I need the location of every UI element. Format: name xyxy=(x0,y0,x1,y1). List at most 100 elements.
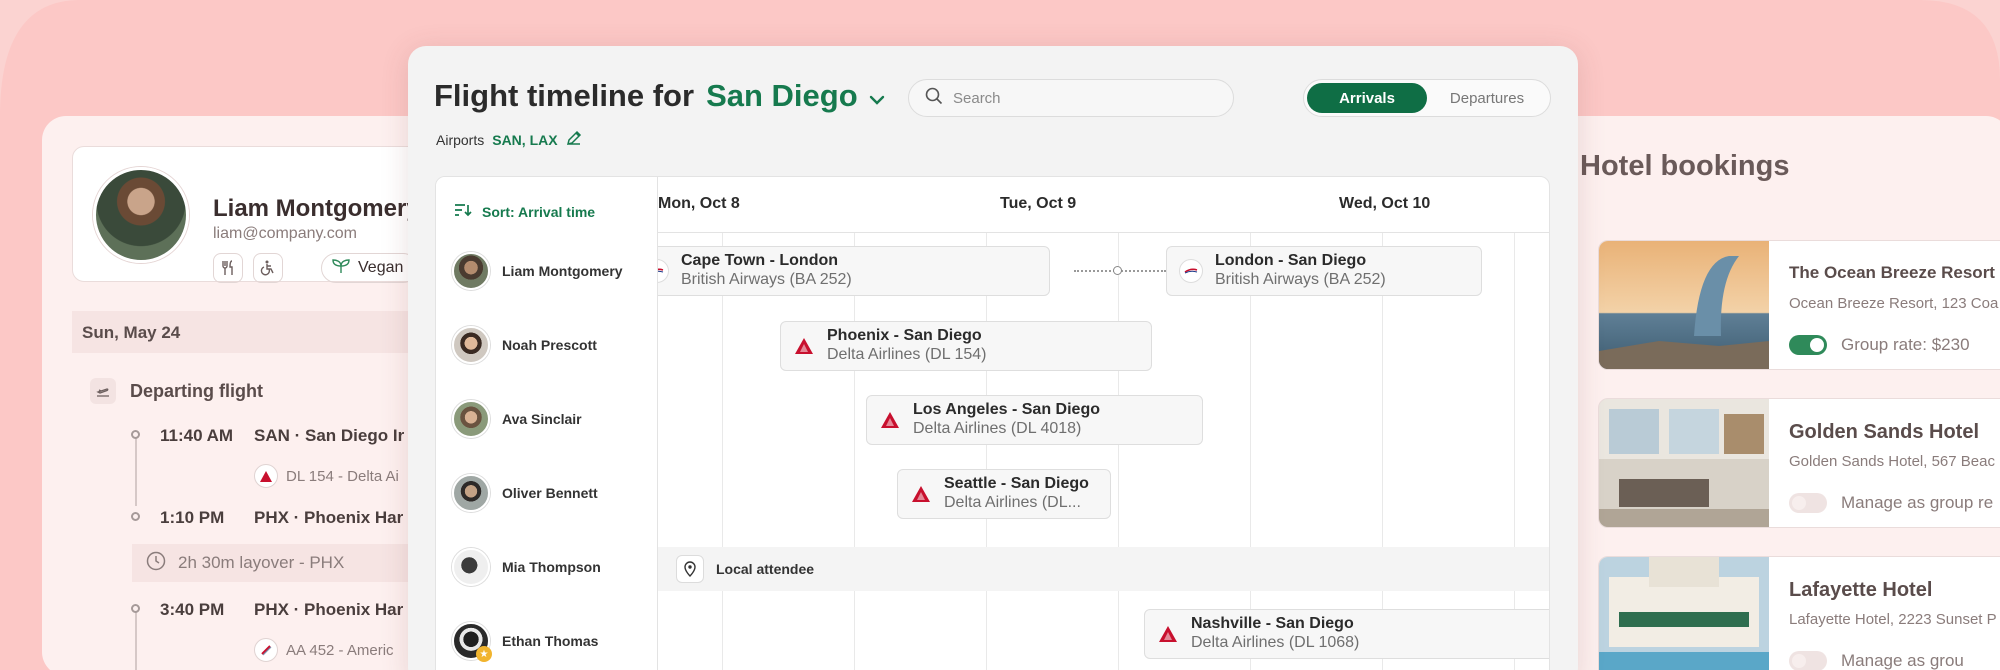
delta-logo-icon xyxy=(879,409,901,431)
itinerary-date: Sun, May 24 xyxy=(72,311,462,353)
diet-chip: Vegan xyxy=(321,253,419,283)
flight-airline: Delta Airlines (DL 4018) xyxy=(913,420,1082,437)
plane-departure-icon xyxy=(90,378,116,404)
group-manage-toggle[interactable]: Manage as grou xyxy=(1789,651,1964,670)
attendee-list: Sort: Arrival time Liam Montgomery Noah … xyxy=(436,177,658,670)
hotel-card[interactable]: Golden Sands Hotel Golden Sands Hotel, 5… xyxy=(1598,398,2000,528)
grid-line xyxy=(1514,233,1515,670)
attendee-row[interactable]: Liam Montgomery xyxy=(452,252,623,290)
stop-time: 3:40 PM xyxy=(160,600,225,619)
grid-line xyxy=(1382,233,1383,670)
profile-email: liam@company.com xyxy=(213,225,357,242)
flight-route: Nashville - San Diego xyxy=(1191,615,1354,632)
toggle-switch[interactable] xyxy=(1789,651,1827,670)
grid-line xyxy=(722,233,723,670)
utensils-icon xyxy=(213,253,243,283)
flight-route: Seattle - San Diego xyxy=(944,475,1089,492)
airport-codes: SAN, LAX xyxy=(492,131,558,148)
flight-bar[interactable]: London - San Diego British Airways (BA 25… xyxy=(1166,246,1482,296)
profile-card: Liam Montgomery liam@company.com Vegan xyxy=(72,146,462,283)
flight-route: Cape Town - London xyxy=(681,252,839,269)
avatar xyxy=(452,548,490,586)
page-title: Flight timeline for San Diego xyxy=(434,78,886,114)
city-dropdown[interactable]: San Diego xyxy=(706,78,886,114)
day-label: Tue, Oct 9 xyxy=(1000,195,1077,212)
flight-bar[interactable]: Seattle - San Diego Delta Airlines (DL... xyxy=(897,469,1111,519)
flight-airline: Delta Airlines (DL... xyxy=(944,494,1081,511)
flight-airline: Delta Airlines (DL 154) xyxy=(827,346,987,363)
attendee-detail-panel: Liam Montgomery liam@company.com Vegan S… xyxy=(42,116,462,670)
search-input-wrapper[interactable] xyxy=(908,79,1234,117)
hotel-name: The Ocean Breeze Resort xyxy=(1789,263,1995,282)
attendee-row[interactable]: Oliver Bennett xyxy=(452,474,598,512)
arrivals-departures-toggle: Arrivals Departures xyxy=(1303,79,1551,117)
search-icon xyxy=(925,87,943,110)
hotel-photo xyxy=(1599,241,1769,369)
attendee-row[interactable]: Mia Thompson xyxy=(452,548,601,586)
flight-route: London - San Diego xyxy=(1215,252,1367,269)
diet-label: Vegan xyxy=(358,259,404,276)
pencil-icon[interactable] xyxy=(566,130,582,149)
attendee-row[interactable]: ★ Ethan Thomas xyxy=(452,622,598,662)
grid-line xyxy=(1118,233,1119,670)
flight-bar[interactable]: Phoenix - San Diego Delta Airlines (DL 15… xyxy=(780,321,1152,371)
tab-departures[interactable]: Departures xyxy=(1427,83,1547,113)
attendee-row[interactable]: Noah Prescott xyxy=(452,326,597,364)
connection-dot xyxy=(1113,266,1122,275)
flight-airline: Delta Airlines (DL 1068) xyxy=(1191,634,1360,651)
airports-row: Airports SAN, LAX xyxy=(436,130,582,149)
timeline-dot xyxy=(131,430,140,439)
avatar xyxy=(452,326,490,364)
flight-bar[interactable]: Nashville - San Diego Delta Airlines (DL … xyxy=(1144,609,1549,659)
local-attendee-row: Local attendee xyxy=(658,547,1549,591)
panel-title: Hotel bookings xyxy=(1580,150,1790,182)
timeline-line xyxy=(135,436,137,506)
stop-airline: AA 452 - Americ xyxy=(254,638,394,662)
delta-logo-icon xyxy=(254,464,278,488)
stop-place: SAN · San Diego Ir xyxy=(254,426,405,445)
hotel-card[interactable]: Lafayette Hotel Lafayette Hotel, 2223 Su… xyxy=(1598,556,2000,670)
delta-logo-icon xyxy=(793,335,815,357)
timeline-dot xyxy=(131,512,140,521)
timeline-board: Mon, Oct 8 Tue, Oct 9 Wed, Oct 10 Local … xyxy=(435,176,1550,670)
day-header: Mon, Oct 8 Tue, Oct 9 Wed, Oct 10 xyxy=(658,177,1549,233)
day-label: Mon, Oct 8 xyxy=(658,195,740,212)
flight-timeline-window: Flight timeline for San Diego Airports S… xyxy=(408,46,1578,670)
delta-logo-icon xyxy=(1157,623,1179,645)
chevron-down-icon xyxy=(868,78,886,114)
hotel-address: Ocean Breeze Resort, 123 Coa xyxy=(1789,295,1999,312)
attendee-row[interactable]: Ava Sinclair xyxy=(452,400,582,438)
timeline-dot xyxy=(131,604,140,613)
avatar xyxy=(93,167,189,263)
stop-place: PHX · Phoenix Har xyxy=(254,508,404,527)
avatar: ★ xyxy=(452,622,492,662)
avatar xyxy=(452,252,490,290)
hotel-address: Lafayette Hotel, 2223 Sunset P xyxy=(1789,611,1997,628)
toggle-switch[interactable] xyxy=(1789,493,1827,513)
day-label: Wed, Oct 10 xyxy=(1339,195,1431,212)
group-rate-toggle[interactable]: Group rate: $230 xyxy=(1789,335,1970,355)
tab-arrivals[interactable]: Arrivals xyxy=(1307,83,1427,113)
flight-route: Los Angeles - San Diego xyxy=(913,401,1100,418)
sort-icon xyxy=(454,203,472,220)
american-airlines-logo-icon xyxy=(254,638,278,662)
hotel-photo xyxy=(1599,557,1769,670)
toggle-switch[interactable] xyxy=(1789,335,1827,355)
flight-bar[interactable]: Cape Town - London British Airways (BA 25… xyxy=(632,246,1050,296)
grid-line xyxy=(854,233,855,670)
group-manage-toggle[interactable]: Manage as group re xyxy=(1789,493,1993,513)
hotel-card[interactable]: The Ocean Breeze Resort Ocean Breeze Res… xyxy=(1598,240,2000,370)
grid-line xyxy=(986,233,987,670)
profile-name: Liam Montgomery xyxy=(213,195,420,222)
avatar xyxy=(452,474,490,512)
flight-bar[interactable]: Los Angeles - San Diego Delta Airlines (D… xyxy=(866,395,1203,445)
avatar xyxy=(452,400,490,438)
hotel-address: Golden Sands Hotel, 567 Beac xyxy=(1789,453,1995,470)
search-input[interactable] xyxy=(953,89,1213,107)
sort-button[interactable]: Sort: Arrival time xyxy=(454,203,595,220)
wheelchair-icon xyxy=(253,253,283,283)
hotel-photo xyxy=(1599,399,1769,527)
clock-icon xyxy=(146,551,166,576)
british-airways-logo-icon xyxy=(1179,259,1203,283)
stop-time: 11:40 AM xyxy=(160,426,234,445)
